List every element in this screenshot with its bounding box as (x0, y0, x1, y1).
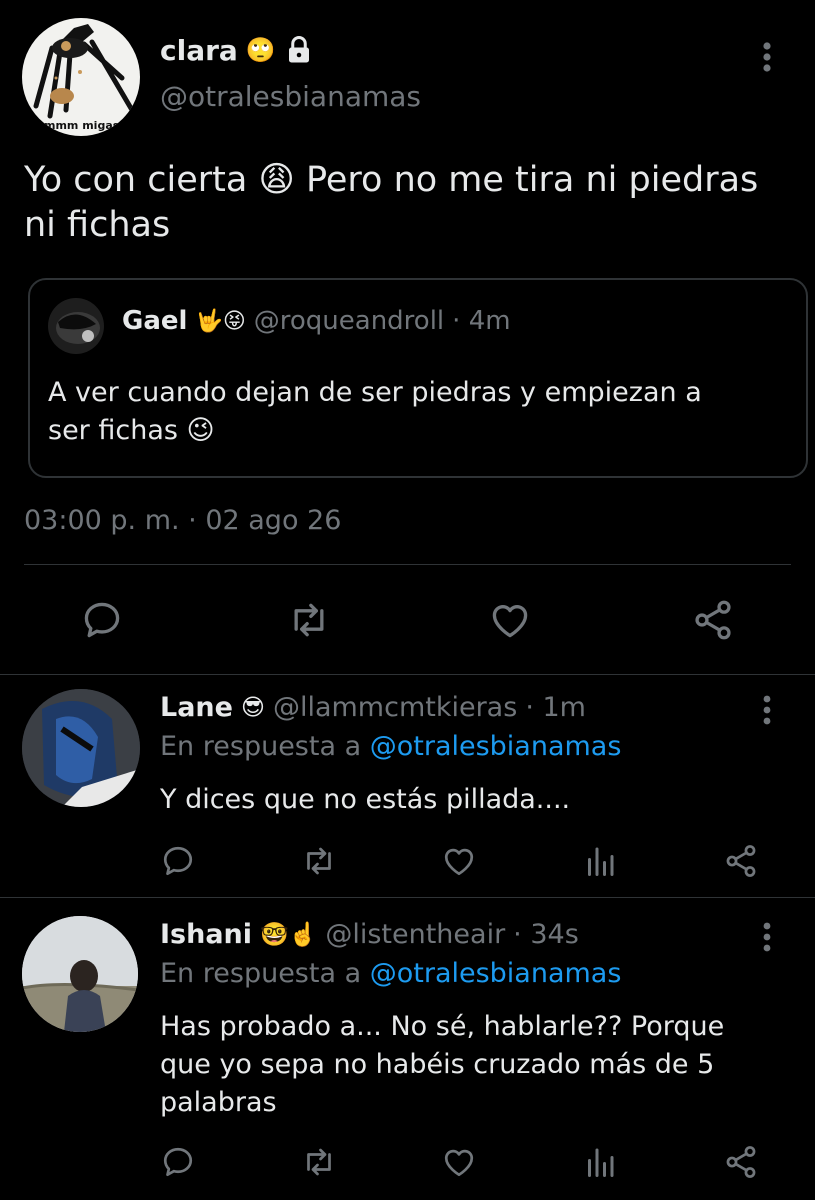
reply-text-line-1: Y dices que no estás pillada.... (160, 784, 571, 815)
reply-icon[interactable] (160, 843, 196, 879)
reply-context: En respuesta a @otralesbianamas (160, 731, 621, 762)
tweet-text-line-2: ni fichas (24, 205, 171, 245)
reply-tweet[interactable]: Lane 😎 @llammcmtkieras · 1m En respuesta… (0, 675, 815, 897)
reply-context-mention[interactable]: @otralesbianamas (370, 731, 622, 762)
views-icon[interactable] (582, 843, 618, 879)
reply-author-emoji: 🤓☝️ (260, 922, 318, 948)
reply-author-emoji: 😎 (240, 694, 265, 721)
reply-avatar[interactable] (22, 916, 138, 1032)
reply-author-handle[interactable]: @llammcmtkieras (273, 692, 517, 723)
reply-header: Ishani 🤓☝️ @listentheair · 34s (160, 919, 579, 950)
quoted-text-line-2: ser fichas 😉 (48, 415, 215, 446)
quoted-tweet[interactable]: Gael 🤟😝 @roqueandroll · 4m A ver cuando … (28, 278, 808, 478)
reply-icon[interactable] (80, 598, 124, 642)
reply-context-mention[interactable]: @otralesbianamas (370, 958, 622, 989)
like-icon[interactable] (487, 598, 533, 642)
retweet-icon[interactable] (300, 1144, 338, 1180)
timestamp-divider (24, 564, 791, 565)
author-name-row: clara 🙄 (160, 30, 314, 70)
reply-icon[interactable] (160, 1144, 196, 1180)
avatar-caption: mmm migas (44, 119, 120, 132)
share-icon[interactable] (722, 1144, 760, 1180)
quoted-time: · 4m (452, 306, 511, 336)
share-icon[interactable] (722, 843, 760, 879)
quoted-header: Gael 🤟😝 @roqueandroll · 4m (122, 306, 511, 336)
main-tweet: mmm migas clara 🙄 @otralesbianamas Yo co… (0, 0, 815, 675)
reply-author-name[interactable]: Ishani (160, 919, 252, 950)
reply-text-line-1: Has probado a... No sé, hablarle?? Porqu… (160, 1011, 725, 1042)
reply-time: · 34s (513, 919, 579, 950)
quoted-text-line-1: A ver cuando dejan de ser piedras y empi… (48, 377, 702, 408)
more-icon[interactable] (752, 693, 782, 727)
share-icon[interactable] (690, 598, 736, 642)
tweet-text-line-1: Yo con cierta 😩 Pero no me tira ni piedr… (24, 160, 759, 200)
quoted-text: A ver cuando dejan de ser piedras y empi… (48, 374, 702, 450)
quoted-author-handle: @roqueandroll (253, 306, 445, 336)
author-name[interactable]: clara (160, 34, 238, 67)
reply-context: En respuesta a @otralesbianamas (160, 958, 621, 989)
quoted-author-name: Gael (122, 306, 188, 336)
reply-header: Lane 😎 @llammcmtkieras · 1m (160, 692, 586, 723)
retweet-icon[interactable] (286, 598, 332, 642)
reply-text-line-2: que yo sepa no habéis cruzado más de 5 (160, 1049, 715, 1080)
lock-icon (284, 35, 314, 65)
like-icon[interactable] (440, 1144, 478, 1180)
more-icon[interactable] (752, 40, 782, 74)
reply-author-handle[interactable]: @listentheair (325, 919, 505, 950)
reply-text-line-3: palabras (160, 1087, 277, 1118)
tweet-timestamp[interactable]: 03:00 p. m. · 02 ago 26 (24, 505, 341, 536)
reply-author-name[interactable]: Lane (160, 692, 233, 723)
reply-context-prefix: En respuesta a (160, 958, 362, 989)
retweet-icon[interactable] (300, 843, 338, 879)
reply-context-prefix: En respuesta a (160, 731, 362, 762)
author-handle[interactable]: @otralesbianamas (160, 80, 421, 113)
views-icon[interactable] (582, 1144, 618, 1180)
quoted-avatar[interactable] (48, 298, 104, 354)
author-emoji: 🙄 (245, 36, 276, 64)
reply-text: Has probado a... No sé, hablarle?? Porqu… (160, 1008, 724, 1122)
reply-avatar[interactable] (22, 689, 140, 807)
more-icon[interactable] (752, 920, 782, 954)
reply-tweet[interactable]: Ishani 🤓☝️ @listentheair · 34s En respue… (0, 898, 815, 1200)
quoted-author-emoji: 🤟😝 (195, 308, 246, 334)
reply-time: · 1m (525, 692, 586, 723)
tweet-text: Yo con cierta 😩 Pero no me tira ni piedr… (24, 158, 804, 248)
avatar[interactable]: mmm migas (22, 18, 140, 136)
reply-text: Y dices que no estás pillada.... (160, 781, 570, 819)
like-icon[interactable] (440, 843, 478, 879)
